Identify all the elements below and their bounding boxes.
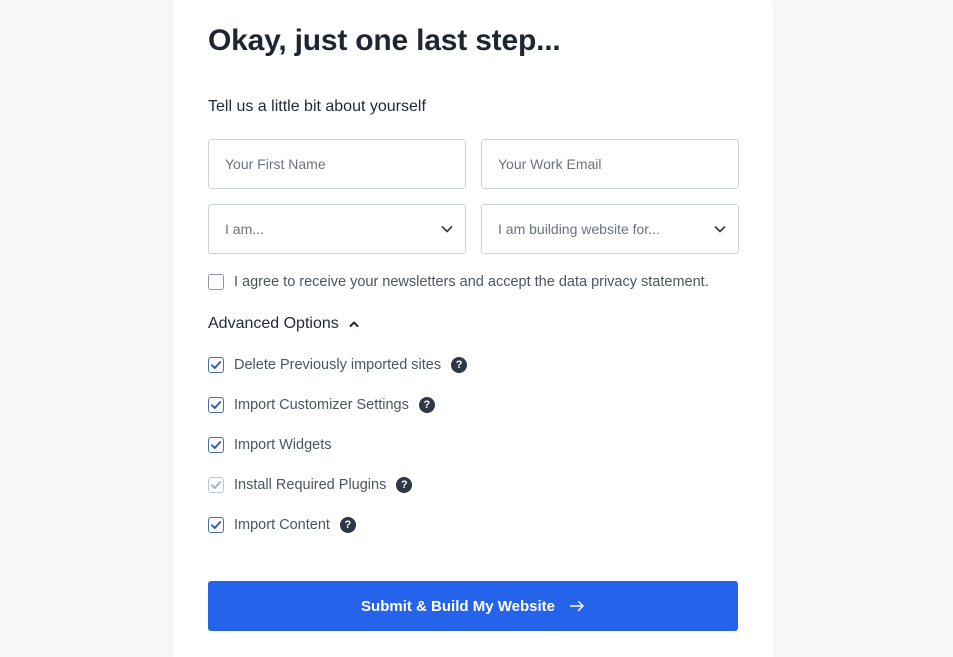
newsletter-agreement-row: I agree to receive your newsletters and …: [208, 274, 709, 290]
submit-button-label: Submit & Build My Website: [361, 597, 555, 615]
newsletter-agreement-checkbox[interactable]: [208, 274, 224, 290]
option-checkbox[interactable]: [208, 397, 224, 413]
option-import-content: Import Content ?: [208, 517, 356, 533]
question-circle-icon[interactable]: ?: [396, 477, 413, 493]
option-label: Install Required Plugins: [234, 477, 387, 493]
advanced-options-toggle[interactable]: Advanced Options: [208, 315, 360, 333]
option-checkbox: [208, 477, 224, 493]
option-delete-previous-sites: Delete Previously imported sites ?: [208, 357, 468, 373]
checkmark-icon: [211, 481, 222, 489]
advanced-options-label: Advanced Options: [208, 315, 339, 332]
option-label: Delete Previously imported sites: [234, 357, 442, 373]
first-name-input[interactable]: [208, 139, 466, 189]
chevron-down-icon: [714, 226, 726, 233]
option-install-plugins: Install Required Plugins ?: [208, 477, 413, 493]
option-label: Import Content: [234, 517, 330, 533]
question-circle-icon[interactable]: ?: [418, 397, 435, 413]
submit-build-website-button[interactable]: Submit & Build My Website: [208, 581, 738, 631]
arrow-right-icon: [569, 600, 584, 612]
option-checkbox[interactable]: [208, 357, 224, 373]
work-email-input[interactable]: [481, 139, 739, 189]
checkmark-icon: [211, 361, 222, 369]
question-circle-icon[interactable]: ?: [451, 357, 468, 373]
page-subtitle: Tell us a little bit about yourself: [208, 98, 426, 115]
checkmark-icon: [211, 401, 222, 409]
chevron-up-icon: [349, 321, 359, 327]
option-import-widgets: Import Widgets: [208, 437, 332, 453]
chevron-down-icon: [441, 226, 453, 233]
building-for-select-value: I am building website for...: [498, 221, 660, 237]
page-title: Okay, just one last step...: [208, 24, 561, 57]
option-label: Import Widgets: [234, 437, 332, 453]
onboarding-card: Okay, just one last step... Tell us a li…: [173, 0, 773, 657]
checkmark-icon: [211, 441, 222, 449]
role-select-value: I am...: [225, 221, 264, 237]
option-checkbox[interactable]: [208, 437, 224, 453]
option-label: Import Customizer Settings: [234, 397, 409, 413]
building-for-select[interactable]: I am building website for...: [481, 204, 739, 254]
role-select[interactable]: I am...: [208, 204, 466, 254]
option-checkbox[interactable]: [208, 517, 224, 533]
option-import-customizer: Import Customizer Settings ?: [208, 397, 435, 413]
newsletter-agreement-label: I agree to receive your newsletters and …: [234, 274, 709, 290]
checkmark-icon: [211, 521, 222, 529]
question-circle-icon[interactable]: ?: [339, 517, 356, 533]
